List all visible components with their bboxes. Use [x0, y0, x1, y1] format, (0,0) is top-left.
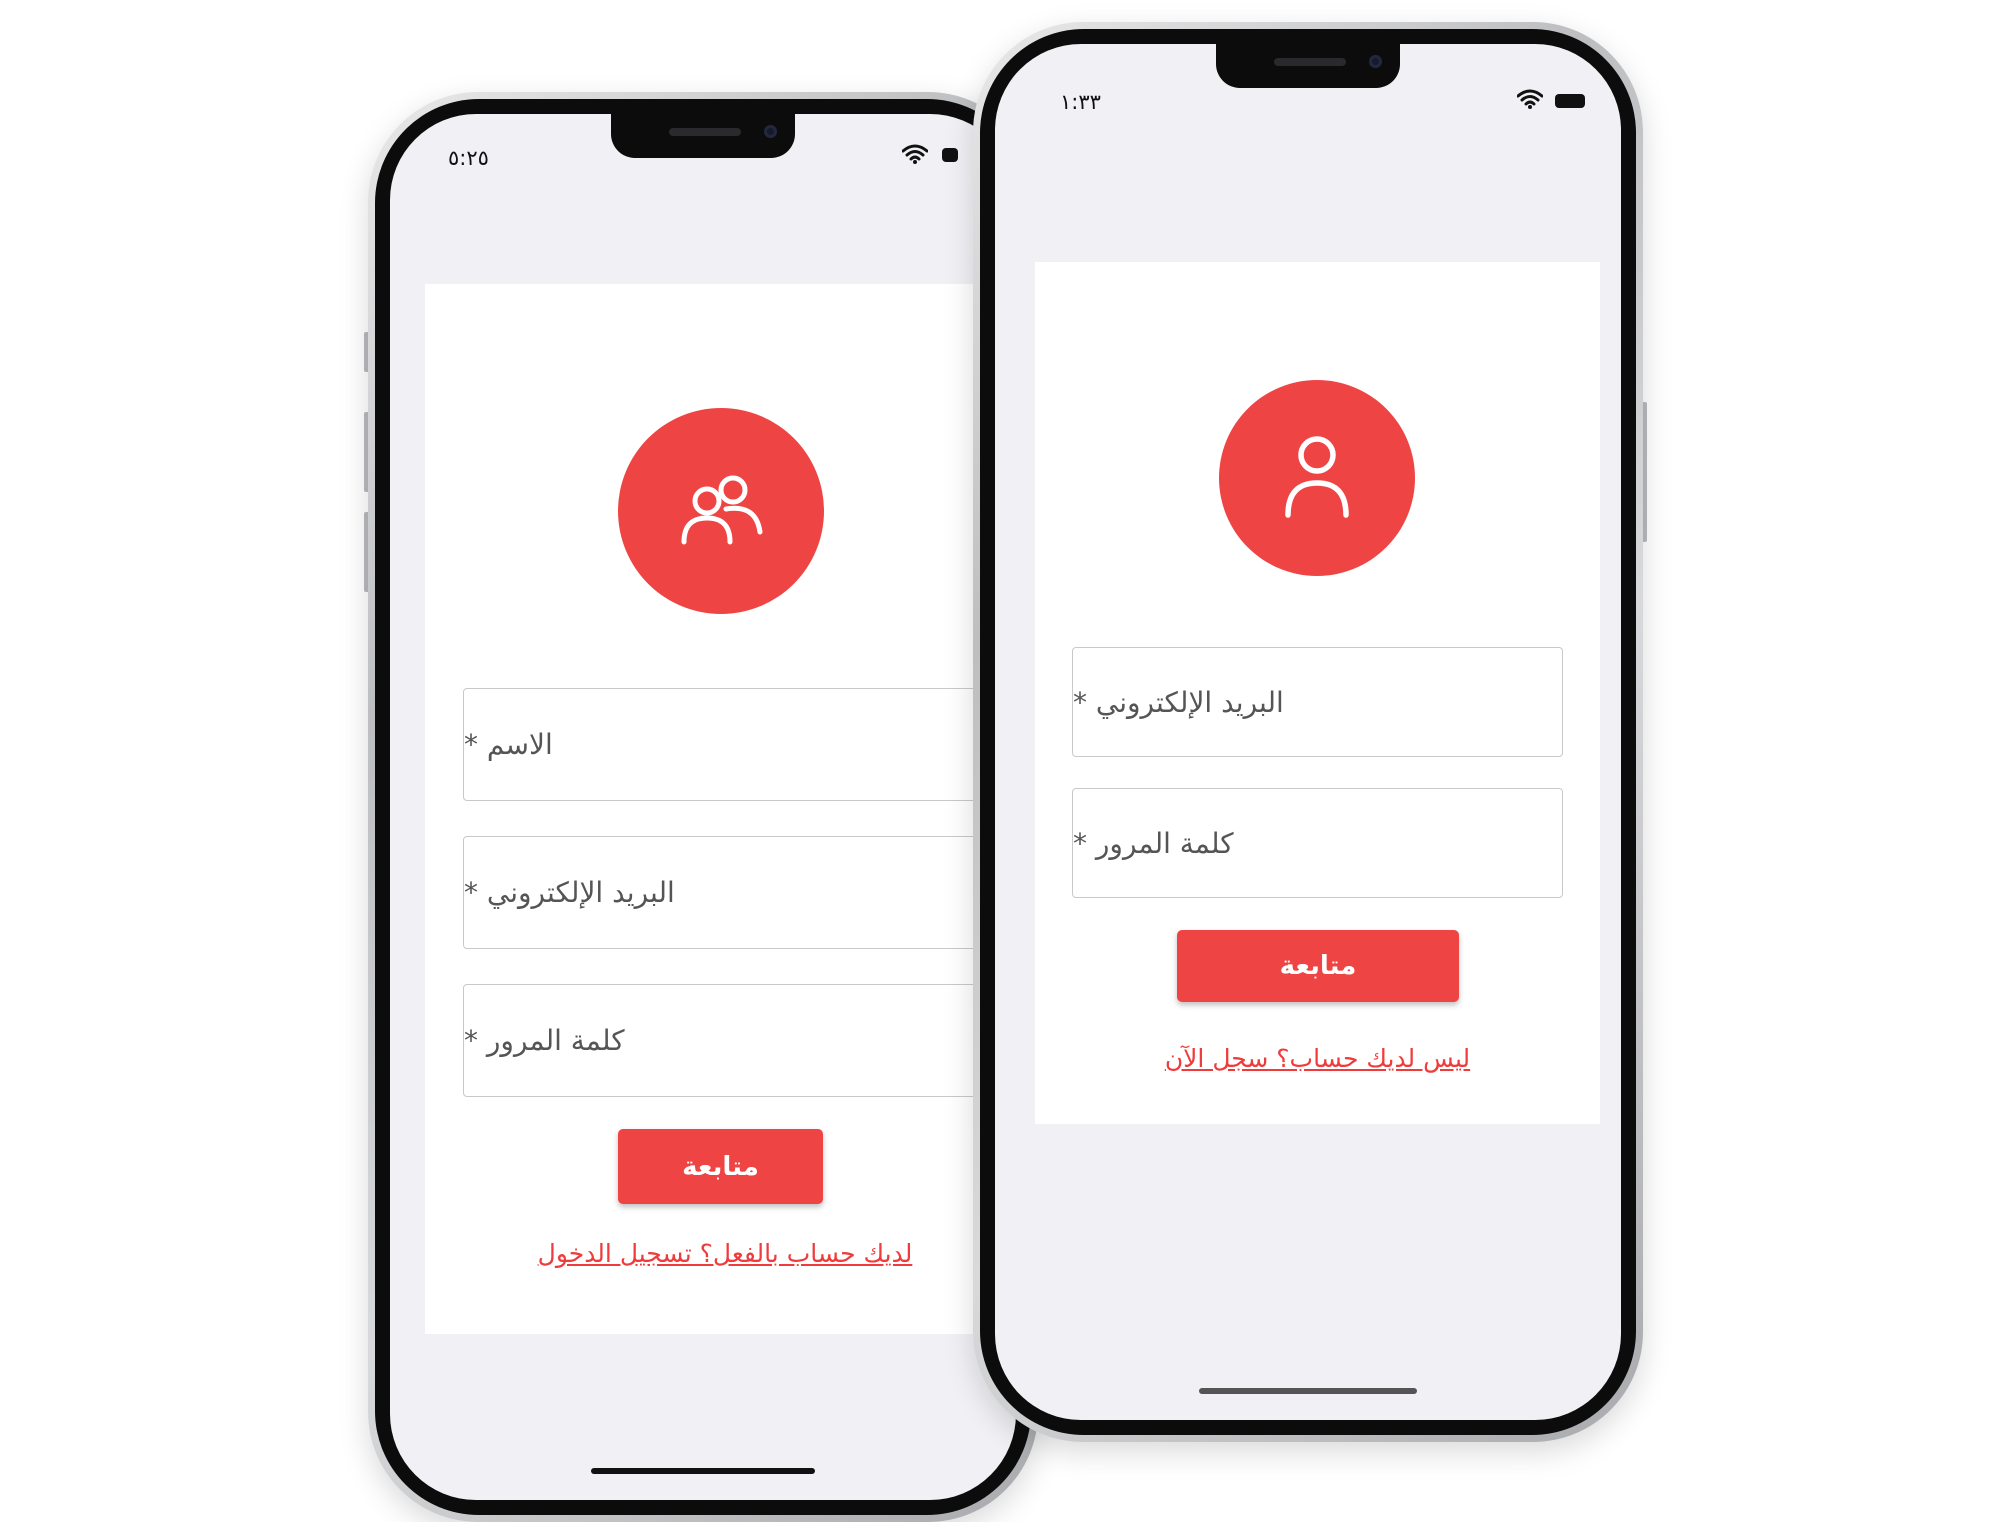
- status-time: ٥:٢٥: [448, 146, 489, 170]
- register-screen: ٥:٢٥ الاسم * البريد الإلكتروني * كلمة ال…: [390, 114, 1016, 1500]
- password-field[interactable]: كلمة المرور *: [1072, 788, 1563, 898]
- battery-icon: [942, 148, 958, 162]
- wifi-icon: [1517, 89, 1543, 109]
- signup-link[interactable]: ليس لديك حساب؟ سجل الآن: [1095, 1044, 1540, 1073]
- home-indicator: [591, 1468, 815, 1474]
- register-card: الاسم * البريد الإلكتروني * كلمة المرور …: [425, 284, 1016, 1334]
- register-phone: ٥:٢٥ الاسم * البريد الإلكتروني * كلمة ال…: [364, 92, 1038, 1522]
- login-link[interactable]: لديك حساب بالفعل؟ تسجيل الدخول: [485, 1239, 965, 1268]
- status-time: ١:٣٣: [1060, 90, 1101, 114]
- notch: [611, 114, 795, 158]
- speaker-grille: [1274, 58, 1346, 66]
- email-field-label: البريد الإلكتروني *: [464, 876, 675, 909]
- password-field-label: كلمة المرور *: [464, 1024, 625, 1057]
- camera-icon: [764, 125, 777, 138]
- camera-icon: [1369, 55, 1382, 68]
- password-field-label: كلمة المرور *: [1073, 826, 1234, 860]
- email-field-label: البريد الإلكتروني *: [1073, 685, 1284, 719]
- login-phone: ١:٣٣ البريد الإلكتروني * كلمة المرور * م…: [973, 22, 1647, 1442]
- wifi-icon: [902, 144, 928, 164]
- notch: [1216, 44, 1400, 88]
- battery-icon: [1555, 94, 1585, 108]
- continue-button[interactable]: متابعة: [618, 1129, 823, 1204]
- home-indicator: [1199, 1388, 1417, 1394]
- login-screen: ١:٣٣ البريد الإلكتروني * كلمة المرور * م…: [995, 44, 1621, 1420]
- name-field-label: الاسم *: [464, 728, 553, 761]
- login-card: البريد الإلكتروني * كلمة المرور * متابعة…: [1035, 262, 1600, 1124]
- users-group-avatar: [618, 408, 824, 614]
- email-field[interactable]: البريد الإلكتروني *: [463, 836, 993, 949]
- password-field[interactable]: كلمة المرور *: [463, 984, 993, 1097]
- user-avatar: [1219, 380, 1415, 576]
- users-group-icon: [681, 475, 763, 545]
- continue-button[interactable]: متابعة: [1177, 930, 1459, 1002]
- speaker-grille: [669, 128, 741, 136]
- email-field[interactable]: البريد الإلكتروني *: [1072, 647, 1563, 757]
- name-field[interactable]: الاسم *: [463, 688, 993, 801]
- user-icon: [1285, 436, 1349, 518]
